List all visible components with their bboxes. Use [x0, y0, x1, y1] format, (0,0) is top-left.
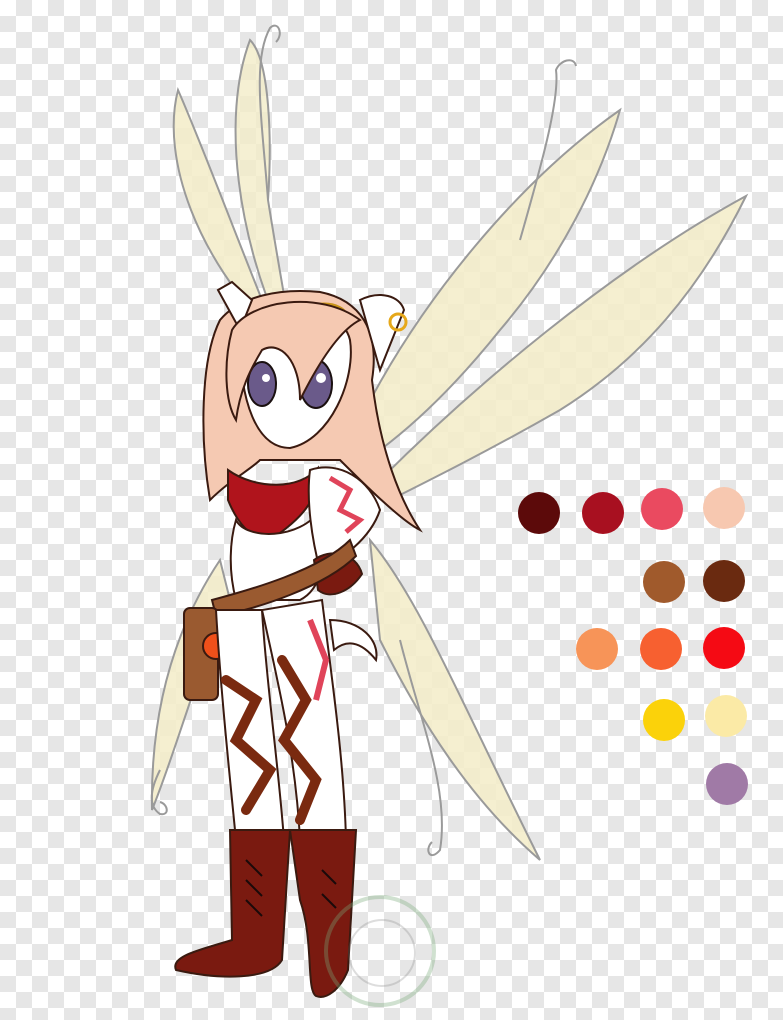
swatch-peach: [703, 487, 745, 529]
swatch-red: [703, 627, 745, 669]
swatch-dark-maroon: [518, 492, 560, 534]
swatch-brown: [643, 561, 685, 603]
swatch-light-orange: [576, 628, 618, 670]
artist-signature-stamp: [324, 895, 436, 1007]
eye-highlight: [316, 373, 326, 383]
lower-right-wing: [368, 536, 541, 861]
artwork-canvas: [0, 0, 783, 1020]
signature-emblem: [348, 919, 416, 987]
swatch-orange: [640, 628, 682, 670]
swatch-mauve: [706, 763, 748, 805]
swatch-crimson: [582, 492, 624, 534]
swatch-dark-brown: [703, 560, 745, 602]
eye-highlight: [262, 374, 270, 382]
swatch-pale-yellow: [705, 695, 747, 737]
swatch-pink-red: [641, 488, 683, 530]
tail: [328, 618, 378, 663]
left-boot: [174, 829, 292, 978]
swatch-yellow: [643, 699, 685, 741]
